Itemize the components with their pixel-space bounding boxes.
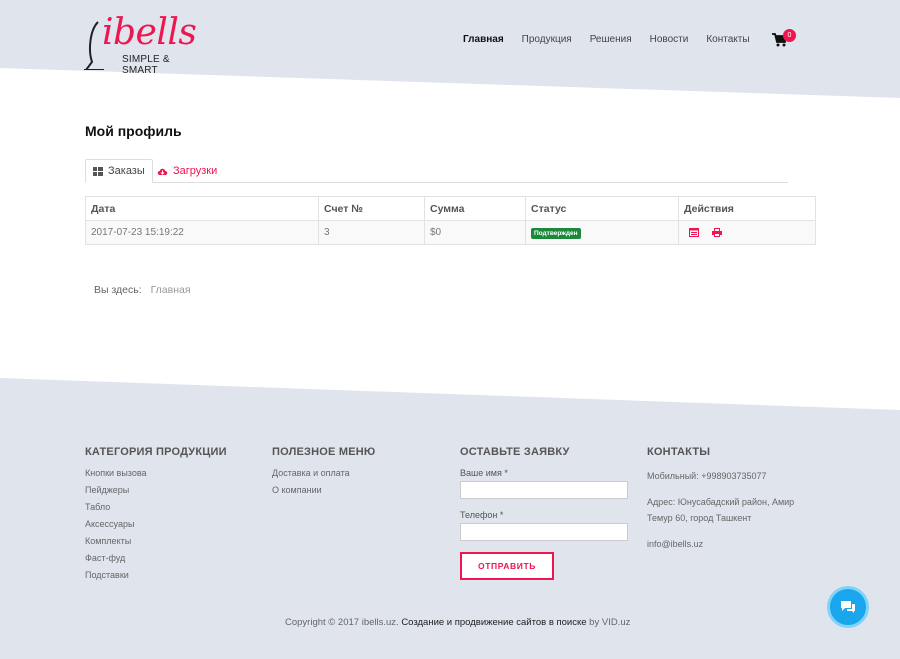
footer-link-about[interactable]: О компании bbox=[272, 485, 442, 496]
tab-downloads[interactable]: Загрузки bbox=[150, 159, 224, 183]
footer-categories: КАТЕГОРИЯ ПРОДУКЦИИ Кнопки вызова Пейдже… bbox=[85, 446, 255, 587]
footer-contacts: КОНТАКТЫ Мобильный: +998903735077 Адрес:… bbox=[647, 446, 817, 562]
footer-link-accessories[interactable]: Аксессуары bbox=[85, 519, 255, 530]
breadcrumb-label: Вы здесь: bbox=[94, 284, 142, 296]
column-header-date: Дата bbox=[85, 196, 319, 221]
footer-link-fast-food[interactable]: Фаст-фуд bbox=[85, 553, 255, 564]
bell-mark-icon bbox=[84, 21, 104, 70]
status-badge: Подтвержден bbox=[531, 227, 581, 239]
footer-useful-title: ПОЛЕЗНОЕ МЕНЮ bbox=[272, 446, 376, 458]
print-icon[interactable] bbox=[711, 227, 722, 237]
nav-item-news[interactable]: Новости bbox=[650, 34, 689, 45]
breadcrumb-home[interactable]: Главная bbox=[151, 284, 191, 296]
footer-contacts-title: КОНТАКТЫ bbox=[647, 446, 711, 458]
table-header-row: Дата Счет № Сумма Статус Действия bbox=[85, 196, 816, 221]
footer-request-form: ОСТАВЬТЕ ЗАЯВКУ Ваше имя * Телефон * ОТП… bbox=[460, 446, 640, 580]
cloud-download-icon bbox=[157, 168, 168, 175]
chat-button[interactable] bbox=[827, 586, 869, 628]
column-header-amount: Сумма bbox=[424, 196, 526, 221]
nav-item-solutions[interactable]: Решения bbox=[590, 34, 632, 45]
footer-link-delivery[interactable]: Доставка и оплата bbox=[272, 468, 442, 479]
footer-link-pagers[interactable]: Пейджеры bbox=[85, 485, 255, 496]
footer-link-call-buttons[interactable]: Кнопки вызова bbox=[85, 468, 255, 479]
nav-item-products[interactable]: Продукция bbox=[522, 34, 572, 45]
site-logo[interactable]: ibells SIMPLE & SMART bbox=[84, 12, 197, 76]
contact-phone: Мобильный: +998903735077 bbox=[647, 471, 767, 481]
invoice-view-icon[interactable] bbox=[689, 227, 699, 237]
chat-icon bbox=[841, 601, 855, 613]
copyright-prefix: Copyright © 2017 ibells.uz. bbox=[285, 617, 399, 628]
submit-request-button[interactable]: ОТПРАВИТЬ bbox=[460, 552, 554, 580]
copyright-link[interactable]: Создание и продвижение сайтов в поиске bbox=[401, 617, 586, 628]
name-field-label: Ваше имя * bbox=[460, 468, 508, 478]
main-nav: Главная Продукция Решения Новости Контак… bbox=[463, 34, 750, 45]
footer-link-kits[interactable]: Комплекты bbox=[85, 536, 255, 547]
nav-item-contacts[interactable]: Контакты bbox=[706, 34, 749, 45]
table-row: 2017-07-23 15:19:22 3 $0 Подтвержден bbox=[85, 220, 816, 245]
orders-table: Дата Счет № Сумма Статус Действия 2017-0… bbox=[85, 196, 816, 245]
tab-downloads-label: Загрузки bbox=[173, 165, 218, 177]
name-field[interactable] bbox=[460, 481, 628, 499]
tab-orders[interactable]: Заказы bbox=[85, 159, 153, 183]
cell-date: 2017-07-23 15:19:22 bbox=[85, 220, 319, 245]
grid-icon bbox=[93, 166, 103, 176]
tab-orders-label: Заказы bbox=[108, 165, 145, 177]
cart-count-badge: 0 bbox=[783, 29, 796, 42]
copyright: Copyright © 2017 ibells.uz. Создание и п… bbox=[285, 617, 630, 628]
copyright-suffix: by VID.uz bbox=[589, 617, 631, 628]
column-header-status: Статус bbox=[525, 196, 679, 221]
cell-invoice: 3 bbox=[318, 220, 425, 245]
cell-actions bbox=[678, 220, 816, 245]
contact-email[interactable]: info@ibells.uz bbox=[647, 536, 817, 552]
column-header-invoice: Счет № bbox=[318, 196, 425, 221]
profile-tabs: Заказы Загрузки bbox=[85, 159, 788, 183]
logo-tagline: SIMPLE & SMART bbox=[122, 54, 170, 76]
logo-wordmark: ibells bbox=[102, 12, 197, 53]
cell-amount: $0 bbox=[424, 220, 526, 245]
breadcrumb: Вы здесь: Главная bbox=[94, 284, 191, 296]
phone-field[interactable] bbox=[460, 523, 628, 541]
footer-categories-title: КАТЕГОРИЯ ПРОДУКЦИИ bbox=[85, 446, 227, 458]
cell-status: Подтвержден bbox=[525, 220, 679, 245]
phone-field-label: Телефон * bbox=[460, 510, 504, 520]
footer-useful-menu: ПОЛЕЗНОЕ МЕНЮ Доставка и оплата О компан… bbox=[272, 446, 442, 502]
footer-link-displays[interactable]: Табло bbox=[85, 502, 255, 513]
nav-item-home[interactable]: Главная bbox=[463, 34, 504, 45]
contact-address: Адрес: Юнусабадский район, Амир Темур 60… bbox=[647, 497, 795, 523]
page-title: Мой профиль bbox=[85, 123, 182, 139]
column-header-actions: Действия bbox=[678, 196, 816, 221]
footer-request-title: ОСТАВЬТЕ ЗАЯВКУ bbox=[460, 446, 570, 458]
footer-link-stands[interactable]: Подставки bbox=[85, 570, 255, 581]
